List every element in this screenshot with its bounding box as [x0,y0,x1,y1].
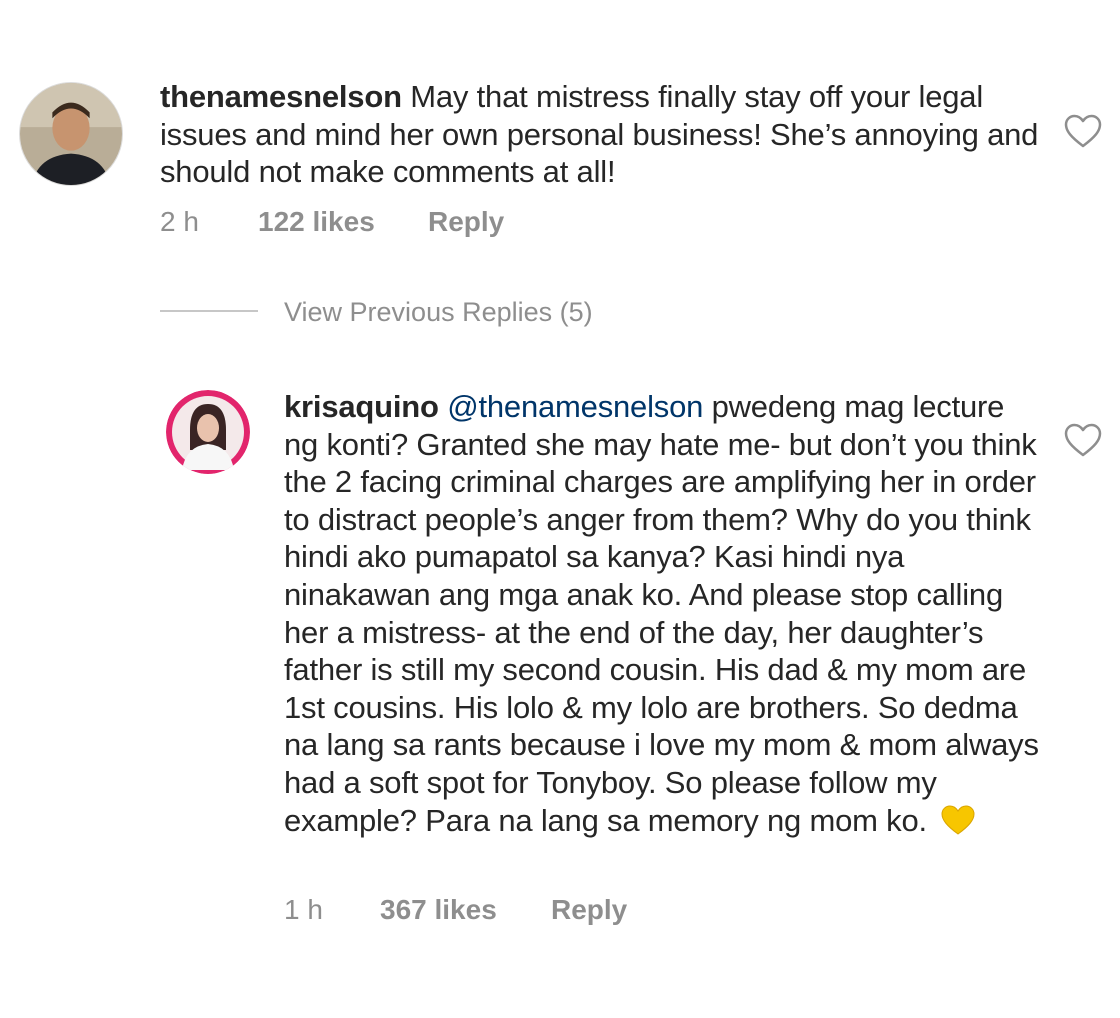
like-heart-icon[interactable] [1063,113,1103,149]
comment-likes[interactable]: 122 likes [258,206,375,238]
profile-photo-icon [20,83,122,185]
reply-button[interactable]: Reply [428,206,504,238]
profile-photo-icon [166,390,250,474]
comment-thenamesnelson: thenamesnelson May that mistress finally… [0,0,1120,260]
avatar-thenamesnelson[interactable] [19,82,123,186]
view-previous-replies-label: View Previous Replies (5) [284,297,593,327]
comment-time: 1 h [284,894,323,925]
divider-line [160,310,258,312]
comment-body: pwedeng mag lecture ng konti? Granted sh… [284,389,1039,838]
comment-text: krisaquino @thenamesnelson pwedeng mag l… [284,388,1044,839]
like-heart-icon[interactable] [1063,422,1103,458]
comment-time: 2 h [160,206,199,237]
comment-mention[interactable]: @thenamesnelson [447,389,703,424]
comment-username[interactable]: krisaquino [284,389,439,424]
comment-likes[interactable]: 367 likes [380,894,497,926]
comment-krisaquino: krisaquino @thenamesnelson pwedeng mag l… [0,380,1120,940]
avatar-krisaquino[interactable] [166,390,250,474]
yellow-heart-icon [941,805,975,835]
comment-username[interactable]: thenamesnelson [160,79,402,114]
comment-text: thenamesnelson May that mistress finally… [160,78,1040,191]
reply-button[interactable]: Reply [551,894,627,926]
